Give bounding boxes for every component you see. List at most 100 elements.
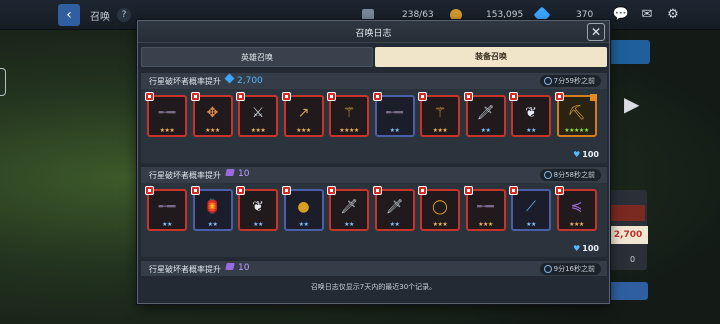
item-star-rating: ★★★ <box>250 127 266 134</box>
close-button[interactable]: ✕ <box>587 23 605 41</box>
dialog-header: 召唤日志 ✕ <box>138 21 609 43</box>
equipment-slot[interactable]: ⚚ ★★★★ <box>327 92 369 137</box>
bomb-icon: ● <box>297 199 310 215</box>
record-time: 8分58秒之前 <box>539 169 601 181</box>
new-badge-icon <box>418 186 427 195</box>
record-cost-value: 10 <box>238 169 250 179</box>
sword-icon: 🗡 <box>385 199 404 215</box>
equipment-slot[interactable]: ↗ ★★★ <box>281 92 324 137</box>
chevron-left-icon: ‹ <box>66 7 72 23</box>
equipment-slot[interactable]: ❦ ★★ <box>236 186 278 231</box>
new-badge-icon <box>190 92 200 101</box>
chat-icon[interactable]: 💬 <box>612 6 630 24</box>
clock-icon <box>543 77 552 85</box>
equipment-slot[interactable]: ⚚ ★★★ <box>418 92 460 137</box>
rifle-icon: ╾━ <box>477 199 494 215</box>
lantern-icon: 🏮 <box>203 199 222 215</box>
side-drawer-handle[interactable] <box>0 68 6 96</box>
settings-gear-icon[interactable]: ⚙ <box>664 6 682 24</box>
staff-icon: ⚚ <box>433 105 447 121</box>
equipment-slot[interactable]: 🗡 ★★ <box>327 186 369 231</box>
mail-icon[interactable]: ✉ <box>638 6 656 24</box>
item-star-rating: ★★★ <box>432 221 448 228</box>
record-cost: 10 <box>225 169 250 179</box>
tab-hero-summon[interactable]: 英雄召唤 <box>141 47 373 67</box>
item-star-rating: ★★★ <box>432 127 448 134</box>
spear-icon: ↗ <box>297 105 310 121</box>
record-time-value: 9分16秒之前 <box>553 265 595 273</box>
summon-log-dialog: 召唤日志 ✕ 英雄召唤 装备召唤 行星破坏者概率提升 2,700 7分59秒之前 ╾━… <box>137 20 610 304</box>
new-badge-icon <box>236 186 245 195</box>
record-cost-value: 10 <box>238 263 250 273</box>
heart-icon: ♥ <box>573 244 581 253</box>
staff-icon: ⚚ <box>342 105 356 121</box>
new-badge-icon <box>463 186 473 195</box>
record-time: 9分16秒之前 <box>539 263 601 275</box>
necklace-icon: ❦ <box>252 199 264 215</box>
screen-title: 召唤 <box>90 12 110 23</box>
equipment-slot[interactable]: ⟋ ★★ <box>509 186 551 231</box>
offer-count: 0 <box>630 255 636 264</box>
new-badge-icon <box>372 92 382 101</box>
new-badge-icon <box>281 92 291 101</box>
equipment-slot[interactable]: ╾━ ★★ <box>372 92 415 137</box>
new-badge-icon <box>509 186 518 195</box>
ring-icon: ◯ <box>432 199 448 215</box>
heart-icon: ♥ <box>573 150 581 159</box>
crossbow-icon: ✥ <box>206 105 219 121</box>
equipment-slot[interactable]: ╾━ ★★ <box>145 186 187 231</box>
play-icon[interactable]: ▶ <box>624 92 639 116</box>
item-star-rating: ★★★ <box>205 127 220 134</box>
new-badge-icon <box>236 92 245 101</box>
new-badge-icon <box>554 92 564 101</box>
dragon-gun-icon: ≼ <box>570 199 583 215</box>
equipment-slot[interactable]: ╾━ ★★★ <box>145 92 187 137</box>
equipment-slot[interactable]: ✥ ★★★ <box>190 92 233 137</box>
sword-icon: 🗡 <box>340 199 358 215</box>
record-time: 7分59秒之前 <box>539 75 601 87</box>
equipment-slot[interactable]: 🗡 ★★ <box>463 92 506 137</box>
rifle-icon: ╾━ <box>158 105 176 121</box>
new-badge-icon <box>418 92 427 101</box>
summon-screen: ‹ 召唤 ? 238/63 153,095 370 💬 ✉ ⚙ ▶ 2,700 … <box>0 0 720 324</box>
summon-record: 行星破坏者概率提升 2,700 7分59秒之前 ╾━ ★★★ ✥ ★★★ ⚔ ★★★ ↗ ★★★ ⚚ ★… <box>141 73 607 163</box>
gold-coin-icon <box>450 8 462 21</box>
equipment-slot[interactable]: 🏮 ★★ <box>190 186 233 231</box>
equipment-slot[interactable]: ● ★★ <box>281 186 324 231</box>
record-amount-value: 100 <box>582 244 599 253</box>
item-star-rating: ★★ <box>480 127 491 134</box>
item-star-rating: ★★ <box>389 127 400 134</box>
tab-equipment-summon[interactable]: 装备召唤 <box>375 47 607 67</box>
equipment-slot[interactable]: ≼ ★★★ <box>554 186 597 231</box>
item-star-rating: ★★ <box>298 221 309 228</box>
stamina-icon <box>362 8 374 21</box>
record-amount: ♥ 100 <box>573 244 599 253</box>
record-cost-value: 2,700 <box>237 76 263 86</box>
legendary-badge-icon <box>589 94 597 101</box>
item-star-rating: ★★ <box>526 127 536 134</box>
new-badge-icon <box>145 92 154 101</box>
item-star-rating: ★★★ <box>159 127 175 134</box>
equipment-slot[interactable]: ◯ ★★★ <box>418 186 460 231</box>
equipment-slot[interactable]: ⚔ ★★★ <box>236 92 278 137</box>
necklace-icon: ❦ <box>525 105 537 121</box>
item-star-rating: ★★★ <box>569 221 584 228</box>
back-button[interactable]: ‹ <box>58 4 80 26</box>
new-badge-icon <box>145 186 154 195</box>
shop-button[interactable] <box>608 282 648 300</box>
summon-record-list[interactable]: 行星破坏者概率提升 2,700 7分59秒之前 ╾━ ★★★ ✥ ★★★ ⚔ ★★★ ↗ ★★★ ⚚ ★… <box>141 73 607 276</box>
equipment-slot[interactable]: ⛏ ★★★★★ <box>554 92 597 137</box>
new-badge-icon <box>509 92 518 101</box>
background-button[interactable] <box>607 40 650 64</box>
item-star-rating: ★★ <box>162 221 172 228</box>
summon-record: 行星破坏者概率提升 10 9分16秒之前 <box>141 261 607 276</box>
help-button[interactable]: ? <box>117 8 131 22</box>
pickaxe-icon: ⛏ <box>567 105 586 121</box>
summon-ticket-icon <box>225 169 235 176</box>
equipment-slot[interactable]: 🗡 ★★ <box>372 186 415 231</box>
equipment-slot[interactable]: ❦ ★★ <box>509 92 551 137</box>
equipment-slot[interactable]: ╾━ ★★★ <box>463 186 506 231</box>
new-badge-icon <box>554 186 564 195</box>
new-badge-icon <box>372 186 382 195</box>
offer-label <box>609 205 645 221</box>
